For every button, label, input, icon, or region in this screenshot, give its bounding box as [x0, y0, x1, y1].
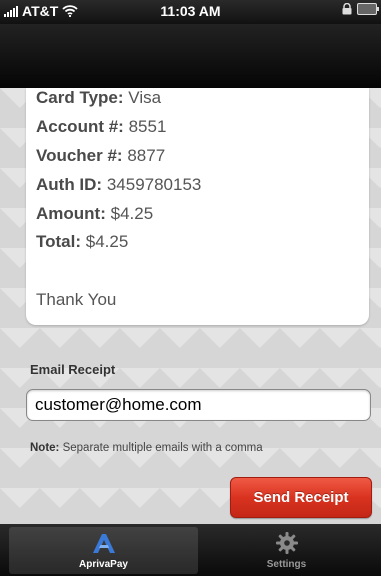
- tab-label: AprivaPay: [79, 559, 128, 570]
- receipt-card: Card Type: Visa Account #: 8551 Voucher …: [26, 88, 369, 325]
- receipt-line-auth-id: Auth ID: 3459780153: [36, 175, 202, 194]
- battery-icon: [357, 3, 379, 15]
- tab-label: Settings: [266, 559, 307, 570]
- send-receipt-button[interactable]: Send Receipt: [230, 477, 372, 518]
- tab-settings[interactable]: Settings: [199, 527, 374, 574]
- tab-bar: AprivaPay Settings: [0, 524, 381, 576]
- status-bar: AT&T 11:03 AM: [0, 0, 381, 24]
- apriva-logo-icon: [92, 534, 115, 553]
- receipt-screen: Card Type: Visa Account #: 8551 Voucher …: [0, 88, 381, 524]
- gear-icon: [275, 532, 298, 554]
- receipt-line-account: Account #: 8551: [36, 117, 167, 136]
- navigation-bar: [0, 24, 381, 88]
- receipt-line-voucher: Voucher #: 8877: [36, 146, 166, 165]
- tab-aprivapay[interactable]: AprivaPay: [9, 527, 198, 574]
- receipt-thank-you: Thank You: [36, 290, 117, 309]
- email-note: Note: Separate multiple emails with a co…: [30, 442, 263, 454]
- lock-icon: [342, 3, 352, 15]
- status-time: 11:03 AM: [160, 3, 221, 19]
- receipt-line-amount: Amount: $4.25: [36, 204, 154, 223]
- receipt-line-card-type: Card Type: Visa: [36, 88, 162, 107]
- email-input[interactable]: [26, 389, 371, 421]
- email-receipt-label: Email Receipt: [30, 362, 116, 377]
- status-right: [341, 3, 379, 15]
- receipt-line-total: Total: $4.25: [36, 232, 129, 251]
